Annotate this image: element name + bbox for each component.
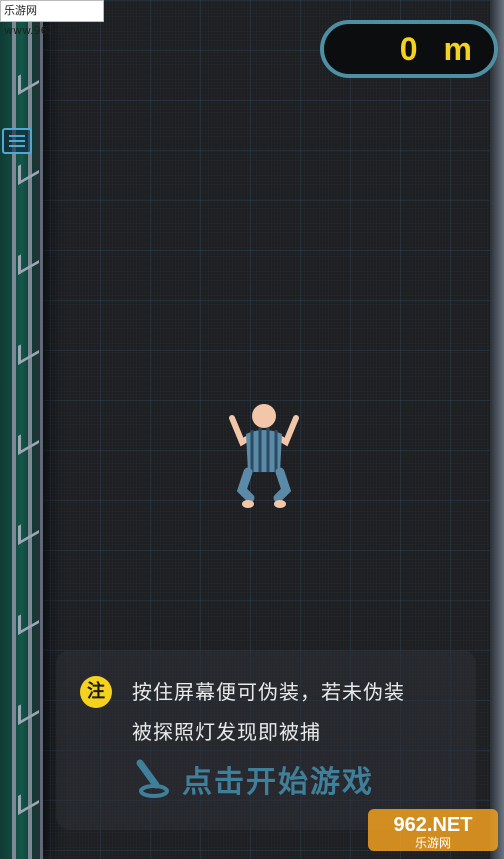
svg-text:乐游网: 乐游网: [415, 836, 451, 850]
tap-hand-icon: [136, 759, 169, 798]
distance-value: 0: [399, 31, 418, 67]
distance-unit: m: [443, 31, 472, 67]
svg-text:962.NET: 962.NET: [394, 814, 473, 836]
hint-line-2: 被探照灯发现即被捕: [132, 720, 321, 744]
start-game-button[interactable]: 点击开始游戏: [130, 756, 374, 802]
note-badge: 注: [80, 676, 112, 708]
site-label-text: 乐游网 www.962.net: [4, 4, 77, 37]
site-header-label: 乐游网 www.962.net: [0, 0, 104, 37]
hint-line-1: 按住屏幕便可伪装，若未伪装: [132, 680, 405, 704]
start-game-label: 点击开始游戏: [182, 765, 374, 800]
site-watermark-logo: 962.NET 乐游网: [368, 809, 498, 851]
right-fence-wall: [490, 0, 504, 859]
distance-counter: 0 m: [320, 20, 498, 78]
prisoner-character: [229, 404, 299, 508]
keyboard-menu-icon[interactable]: [2, 128, 32, 154]
prisoner-head: [252, 404, 276, 428]
